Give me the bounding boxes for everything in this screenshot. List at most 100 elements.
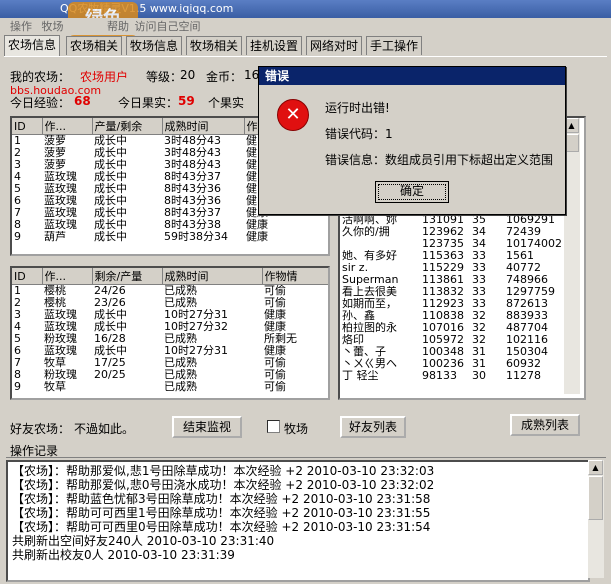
log-line: 共刷新出校友0人 2010-03-10 23:31:39 (12, 548, 235, 562)
table-cell: 872613 (506, 298, 548, 310)
menu-item-operate[interactable]: 操作 (10, 20, 32, 33)
table-row[interactable]: 活啊啊、妳 131091 35 1069291 (340, 214, 568, 226)
table-cell: 748966 (506, 274, 548, 286)
table-row[interactable]: 6 蓝玫瑰 成长中 10时27分31 健康 (12, 345, 328, 357)
tab-farm-related[interactable]: 农场相关 (66, 36, 123, 55)
table-row[interactable]: Superman 113861 33 748966 (340, 274, 568, 286)
table-cell: 柏拉图的永 (342, 322, 397, 334)
table-row[interactable]: 8 蓝玫瑰 成长中 8时43分38 健康 (12, 219, 328, 231)
table-row[interactable]: 丶蕾、子 100348 31 150304 (340, 346, 568, 358)
tab-pasture-info[interactable]: 牧场信息 (126, 36, 183, 55)
table-cell: 33 (472, 298, 486, 310)
table-cell: 已成熟 (164, 297, 197, 309)
col-header-yield[interactable]: 产量/剩余 (92, 118, 163, 135)
table-cell: 11278 (506, 370, 541, 382)
friend-list-button[interactable]: 好友列表 (340, 416, 406, 438)
table-row[interactable]: 烙印 105972 32 102116 (340, 334, 568, 346)
today-exp-label: 今日经验： (10, 96, 71, 110)
error-line-3: 错误信息：数组成员引用下标超出定义范围 (325, 153, 554, 167)
col-header-id[interactable]: ID (12, 118, 43, 135)
table-row[interactable]: 如期而至， 112923 33 872613 (340, 298, 568, 310)
table-cell: 成长中 (94, 134, 127, 147)
friend-crop-table[interactable]: ID 作... 剩余/产量 成熟时间 作物情 1 樱桃 24/26 已成熟 可偷 2 樱桃 2… (10, 266, 330, 400)
scroll-up-icon[interactable]: ▲ (564, 118, 579, 133)
table-cell: 可偷 (264, 357, 286, 369)
table-cell: 如期而至， (342, 298, 397, 310)
table-row[interactable]: 9 葫芦 成长中 59时38分34 健康 (12, 231, 328, 243)
table-cell: 菠萝 (44, 134, 66, 147)
mature-list-button[interactable]: 成熟列表 (510, 414, 580, 436)
log-line: 共刷新出空间好友240人 2010-03-10 23:31:40 (12, 534, 275, 548)
table-row[interactable]: 5 粉玫瑰 16/28 已成熟 所剩无 (12, 333, 328, 345)
table-cell: 10174002 (506, 238, 562, 250)
tab-manual-operation[interactable]: 手工操作 (366, 36, 423, 55)
table-row[interactable]: 丁 轻尘 98133 30 11278 (340, 370, 568, 382)
table-row[interactable]: 3 蓝玫瑰 成长中 10时27分31 健康 (12, 309, 328, 321)
table-row[interactable]: 4 蓝玫瑰 成长中 10时27分32 健康 (12, 321, 328, 333)
table-cell: 34 (472, 226, 486, 238)
table-row[interactable]: 孙、鑫 110838 32 883933 (340, 310, 568, 322)
col-header-crop-status[interactable]: 作物情 (262, 268, 328, 285)
table-row[interactable]: 123735 34 10174002 (340, 238, 568, 250)
tab-farm-info[interactable]: 农场信息 (4, 35, 61, 56)
table-cell: 113861 (422, 274, 464, 286)
table-cell: 2 (14, 147, 21, 159)
scroll-thumb[interactable] (564, 134, 579, 152)
table-cell: 105972 (422, 334, 464, 346)
table-row[interactable]: 1 樱桃 24/26 已成熟 可偷 (12, 285, 328, 298)
table-row[interactable]: 她、有多好 115363 33 1561 (340, 250, 568, 262)
table-cell: 7 (14, 207, 21, 219)
menu-item-visit-space[interactable]: 访问自己空间 (135, 20, 201, 33)
table-cell: 蓝玫瑰 (44, 309, 77, 321)
dialog-title: 错误 (259, 67, 565, 85)
table-row[interactable]: 2 樱桃 23/26 已成熟 可偷 (12, 297, 328, 309)
ok-button[interactable]: 确定 (375, 181, 449, 203)
tab-network-time[interactable]: 网络对时 (306, 36, 363, 55)
table-cell: 成长中 (94, 195, 127, 207)
col-header-crop[interactable]: 作... (42, 118, 93, 135)
table-cell: 32 (472, 322, 486, 334)
operation-log[interactable]: 【农场】：帮助那爱似,悲1号田除草成功！本次经验 +2 2010-03-10 2… (6, 460, 590, 582)
table-cell: 牧草 (44, 381, 66, 393)
col-header-remaining[interactable]: 剩余/产量 (92, 268, 163, 285)
log-line: 【农场】：帮助那爱似,悲1号田除草成功！本次经验 +2 2010-03-10 2… (12, 464, 435, 478)
table-cell (92, 381, 162, 393)
col-header-mature-time[interactable]: 成熟时间 (162, 118, 245, 135)
menu-item-pasture[interactable]: 牧场 (42, 20, 64, 33)
log-scrollbar[interactable]: ▲ (588, 460, 604, 578)
table-cell: 她、有多好 (342, 250, 397, 262)
pasture-checkbox[interactable] (267, 420, 280, 433)
table-cell: 蓝玫瑰 (44, 219, 77, 231)
table-cell: 蓝玫瑰 (44, 321, 77, 333)
tab-hangup-settings[interactable]: 挂机设置 (246, 36, 303, 55)
col-header-mature-time[interactable]: 成熟时间 (162, 268, 263, 285)
table-cell: 已成熟 (164, 357, 197, 369)
friend-list-scrollbar[interactable]: ▲ (564, 118, 580, 394)
table-cell: 丁 轻尘 (342, 370, 379, 382)
table-row[interactable]: 8 粉玫瑰 20/25 已成熟 可偷 (12, 369, 328, 381)
table-row[interactable]: 9 牧草 已成熟 可偷 (12, 381, 328, 393)
table-row[interactable]: 看上去很美 113832 33 1297759 (340, 286, 568, 298)
table-row[interactable]: 柏拉图的永 107016 32 487704 (340, 322, 568, 334)
col-header-id[interactable]: ID (12, 268, 43, 285)
tab-pasture-related[interactable]: 牧场相关 (186, 36, 243, 55)
table-cell: 可偷 (264, 297, 286, 309)
table-cell: 40772 (506, 262, 541, 274)
col-header-crop[interactable]: 作... (42, 268, 93, 285)
scroll-up-icon[interactable]: ▲ (588, 460, 603, 475)
scroll-thumb[interactable] (588, 476, 603, 520)
table-row[interactable]: 丶ㄨㄍ男ヘ 100236 31 60932 (340, 358, 568, 370)
table-row[interactable]: 久你的/拥 123962 34 72439 (340, 226, 568, 238)
table-row[interactable]: sir z. 115229 33 40772 (340, 262, 568, 274)
friend-farm-value: 不過如此。 (74, 422, 135, 436)
table-cell: 1 (14, 284, 21, 297)
menu-item-help[interactable]: 帮助 (107, 20, 129, 33)
table-row[interactable]: 7 牧草 17/25 已成熟 可偷 (12, 357, 328, 369)
table-cell: 17/25 (94, 357, 126, 369)
log-line: 【农场】：帮助可可西里1号田除草成功！本次经验 +2 2010-03-10 23… (12, 506, 431, 520)
table-cell: 100236 (422, 358, 464, 370)
table-cell: 102116 (506, 334, 548, 346)
table-cell: 健康 (264, 345, 286, 357)
end-monitor-button[interactable]: 结束监视 (172, 416, 242, 438)
table-cell: 蓝玫瑰 (44, 207, 77, 219)
